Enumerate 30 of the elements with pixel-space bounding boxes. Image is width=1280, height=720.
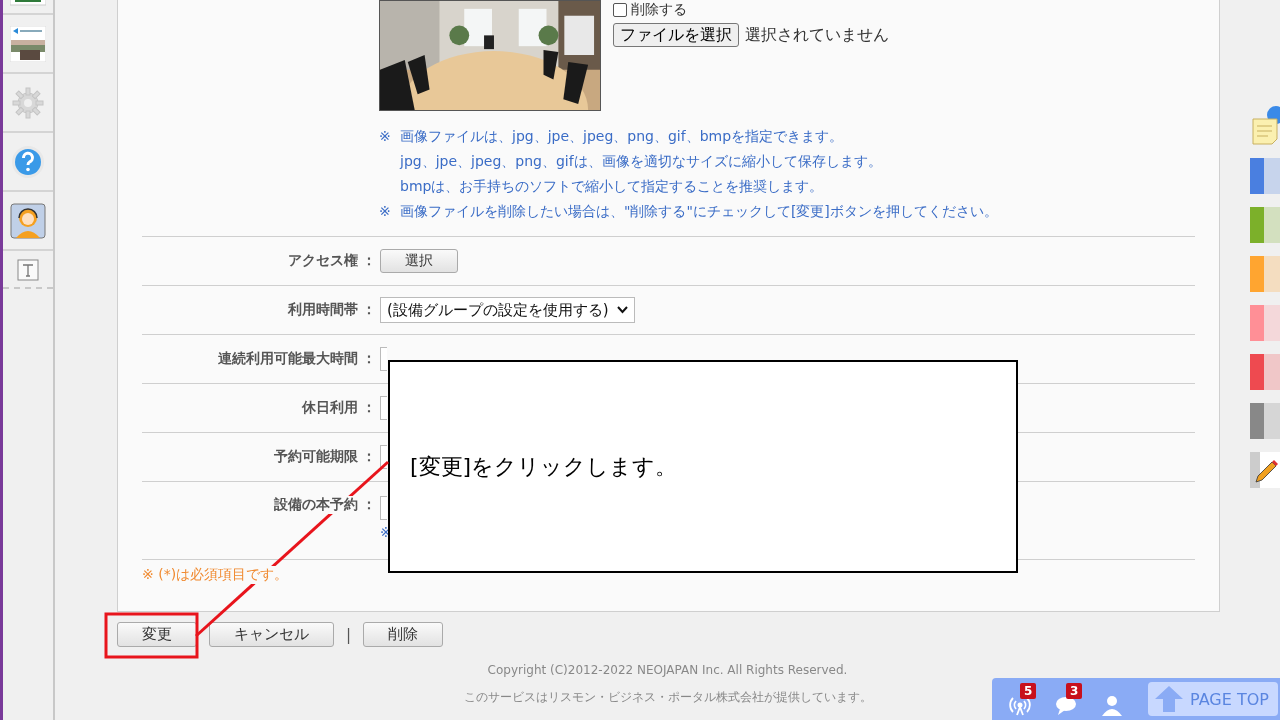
- file-status: 選択されていません: [745, 24, 889, 46]
- provider-text: このサービスはリスモン・ビジネス・ポータル株式会社が提供しています。: [463, 689, 872, 706]
- count-badge: 3: [1066, 683, 1083, 699]
- separator-text: |: [346, 625, 352, 644]
- label-colon: ：: [361, 399, 377, 417]
- label-colon: ：: [361, 252, 377, 270]
- field-label: 設備の本予約: [274, 496, 358, 514]
- delete-checkbox[interactable]: 削除する: [613, 1, 889, 19]
- field-label: 休日利用: [302, 399, 358, 417]
- field-label: アクセス権: [288, 252, 358, 270]
- time-range-dropdown[interactable]: (設備グループの設定を使用する): [380, 297, 635, 323]
- field-label: 予約可能期限: [274, 448, 358, 466]
- copyright-text: Copyright (C)2012-2022 NEOJAPAN Inc. All Rights Reserved.: [487, 663, 848, 677]
- label-colon: ：: [361, 496, 377, 514]
- action-button[interactable]: 削除: [363, 622, 444, 647]
- callout-box: [変更]をクリックします。: [388, 360, 1018, 573]
- label-colon: ：: [361, 448, 377, 466]
- note-text: ※ 画像ファイルを削除したい場合は、"削除する"にチェックして[変更]ボタンを押してください。: [379, 203, 999, 221]
- label-colon: ：: [361, 301, 377, 319]
- note-text: jpg、jpe、jpeg、png、gifは、画像を適切なサイズに縮小して保存します。: [398, 153, 883, 171]
- label-colon: ：: [361, 350, 377, 368]
- note-text: ※ 画像ファイルは、jpg、jpe、jpeg、png、gif、bmpを指定できます。: [379, 128, 845, 146]
- choose-file-button[interactable]: ファイルを選択: [613, 23, 739, 47]
- field-label: 利用時間帯: [288, 301, 358, 319]
- select-button[interactable]: 選択: [380, 249, 458, 273]
- note-text: bmpは、お手持ちのソフトで縮小して指定することを推奨します。: [399, 178, 825, 196]
- field-label: 連続利用可能最大時間: [218, 350, 358, 368]
- count-badge: 5: [1020, 683, 1037, 699]
- action-button[interactable]: 変更: [117, 622, 197, 647]
- action-button[interactable]: キャンセル: [209, 622, 334, 647]
